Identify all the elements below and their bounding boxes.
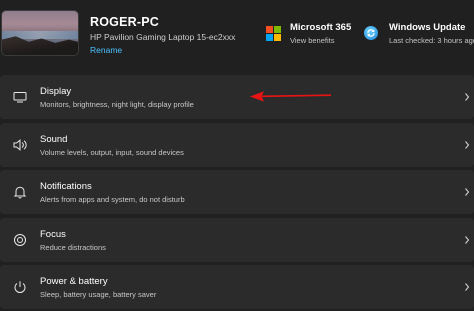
windows-update-subtitle: Last checked: 3 hours ago (389, 36, 474, 45)
chevron-right-icon (465, 141, 470, 149)
device-model: HP Pavilion Gaming Laptop 15-ec2xxx (90, 32, 236, 42)
settings-item-description: Monitors, brightness, night light, displ… (40, 100, 194, 109)
desktop-wallpaper-thumbnail[interactable] (2, 11, 78, 55)
bell-icon (13, 186, 27, 199)
settings-item-title: Sound (40, 134, 68, 145)
microsoft-365-subtitle: View benefits (290, 36, 335, 45)
settings-item-description: Reduce distractions (40, 243, 106, 252)
device-name: ROGER-PC (90, 15, 159, 29)
chevron-right-icon (465, 236, 470, 244)
speaker-icon (13, 139, 27, 151)
microsoft-logo-icon[interactable] (266, 26, 281, 41)
settings-item-sound[interactable]: Sound Volume levels, output, input, soun… (0, 123, 474, 167)
windows-update-icon[interactable] (364, 26, 378, 40)
settings-item-title: Display (40, 86, 72, 97)
rename-link[interactable]: Rename (90, 45, 122, 55)
settings-item-description: Alerts from apps and system, do not dist… (40, 195, 185, 204)
settings-item-focus[interactable]: Focus Reduce distractions (0, 218, 474, 262)
device-header: ROGER-PC HP Pavilion Gaming Laptop 15-ec… (0, 0, 474, 68)
chevron-right-icon (465, 283, 470, 291)
settings-item-title: Notifications (40, 181, 92, 192)
annotation-arrow-icon (250, 91, 332, 102)
focus-icon (14, 234, 26, 246)
settings-item-title: Focus (40, 229, 66, 240)
settings-item-power-battery[interactable]: Power & battery Sleep, battery usage, ba… (0, 265, 474, 309)
chevron-right-icon (465, 93, 470, 101)
settings-item-description: Volume levels, output, input, sound devi… (40, 148, 184, 157)
microsoft-365-title[interactable]: Microsoft 365 (290, 22, 351, 33)
settings-item-title: Power & battery (40, 276, 108, 287)
settings-item-description: Sleep, battery usage, battery saver (40, 290, 157, 299)
chevron-right-icon (465, 188, 470, 196)
settings-item-notifications[interactable]: Notifications Alerts from apps and syste… (0, 170, 474, 214)
power-icon (14, 281, 26, 293)
monitor-icon (13, 92, 27, 103)
settings-item-display[interactable]: Display Monitors, brightness, night ligh… (0, 75, 474, 119)
windows-update-title[interactable]: Windows Update (389, 22, 465, 33)
